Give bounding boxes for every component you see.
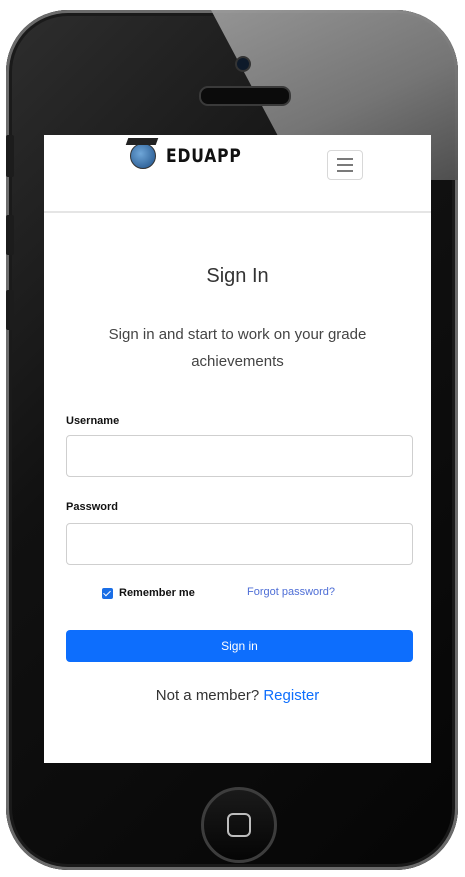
remember-me-checkbox[interactable]	[102, 587, 113, 599]
page-subtitle: Sign in and start to work on your grade …	[108, 326, 367, 370]
username-label: Username	[66, 415, 120, 427]
brand-logo[interactable]: EDUAPP	[125, 138, 258, 169]
home-button[interactable]	[201, 787, 277, 863]
hamburger-icon	[337, 158, 353, 160]
app-screen: EDUAPP Sign In Sign in and start to work…	[44, 135, 431, 763]
speaker-grille	[199, 86, 291, 106]
graduation-globe-icon	[125, 138, 159, 169]
home-square-icon	[227, 813, 251, 837]
side-button-volume-up	[6, 215, 14, 255]
username-input[interactable]	[66, 435, 413, 477]
password-input[interactable]	[66, 523, 413, 565]
navbar: EDUAPP	[44, 135, 431, 213]
register-prompt: Not a member? Register	[44, 687, 431, 704]
page-title: Sign In	[206, 265, 269, 287]
remember-me[interactable]: Remember me	[102, 587, 195, 599]
remember-me-label: Remember me	[119, 587, 195, 599]
graduation-cap-icon	[125, 138, 159, 145]
forgot-password-link[interactable]: Forgot password?	[247, 586, 335, 598]
register-link[interactable]: Register	[263, 687, 319, 704]
password-label: Password	[66, 501, 118, 513]
camera-icon	[235, 56, 251, 72]
not-member-text: Not a member?	[155, 687, 260, 704]
navbar-toggler-button[interactable]	[327, 150, 363, 180]
side-button-mute	[6, 135, 14, 177]
side-button-volume-down	[6, 290, 14, 330]
sign-in-button[interactable]: Sign in	[66, 630, 413, 662]
brand-name: EDUAPP	[166, 145, 242, 167]
hamburger-icon	[337, 164, 353, 166]
hamburger-icon	[337, 170, 353, 172]
